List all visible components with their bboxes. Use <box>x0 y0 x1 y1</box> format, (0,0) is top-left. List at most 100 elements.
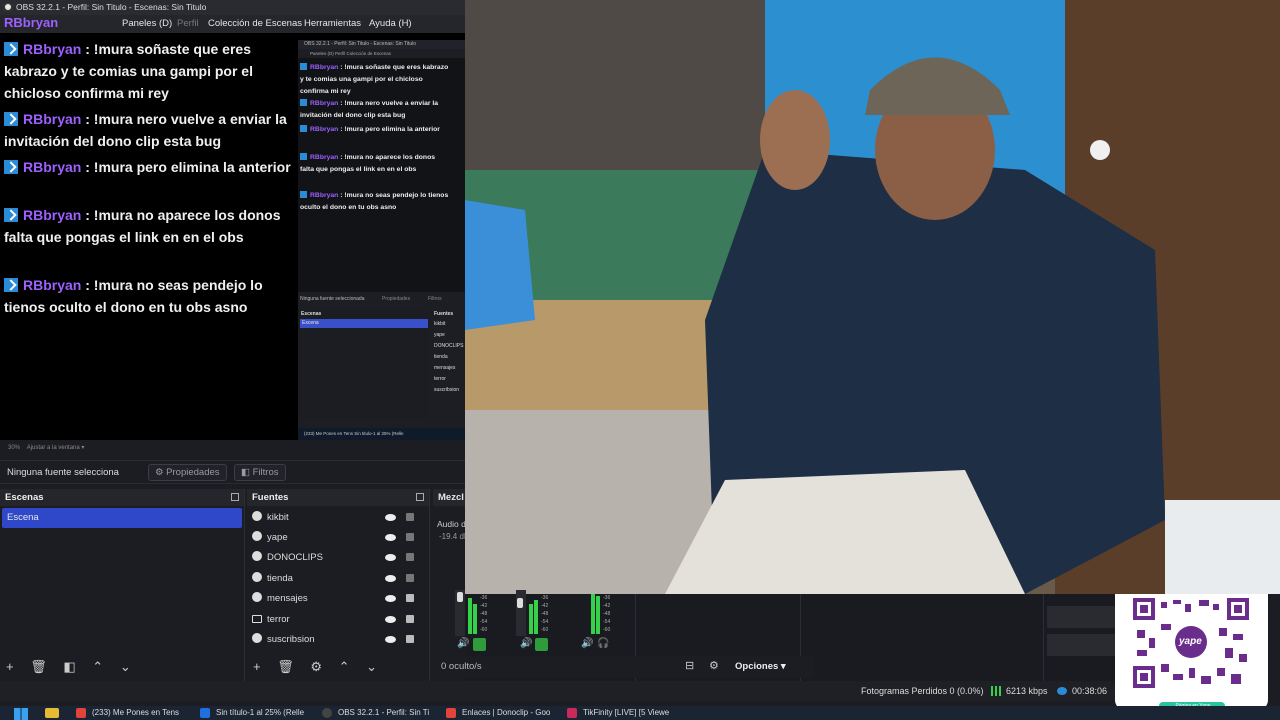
lock-icon[interactable] <box>406 574 414 582</box>
add-scene-icon[interactable]: + <box>6 659 14 674</box>
status-bar: Fotogramas Perdidos 0 (0.0%) 6213 kbps 0… <box>0 681 1115 701</box>
window-title: OBS 32.2.1 - Perfil: Sin Titulo - Escena… <box>16 2 207 12</box>
qr-code-icon <box>1131 598 1251 711</box>
lock-icon[interactable] <box>406 533 414 541</box>
speaker-icon[interactable]: 🔊 <box>581 638 593 649</box>
webcam-feed <box>465 0 1280 594</box>
move-down-icon[interactable]: ⌄ <box>366 659 377 674</box>
mini-props: Propiedades <box>382 296 411 302</box>
menu-overlap-user: RBbryan <box>4 15 59 30</box>
menu-paneles[interactable]: Paneles (D) <box>122 15 172 33</box>
chrome-icon <box>76 708 86 718</box>
layout-icon[interactable]: ⊟ <box>685 659 694 672</box>
source-item[interactable]: mensajes <box>252 589 422 609</box>
mini-docks: Ninguna fuente seleccionada Propiedades … <box>298 292 465 440</box>
windows-start-icon[interactable] <box>14 708 28 720</box>
move-up-icon[interactable]: ⌃ <box>339 659 350 674</box>
windows-taskbar: (233) Me Pones en Tens Sin título-1 al 2… <box>0 706 1280 720</box>
add-source-icon[interactable]: + <box>253 659 261 674</box>
scenes-header: Escenas <box>0 489 244 506</box>
lock-icon[interactable] <box>406 594 414 602</box>
window-titlebar: OBS 32.2.1 - Perfil: Sin Titulo - Escena… <box>0 0 465 15</box>
nested-obs-preview: OBS 32.2.1 - Perfil: Sin Titulo - Escena… <box>298 40 465 440</box>
eye-icon[interactable] <box>385 514 396 521</box>
mini-sources-list: kikbit yape DONOCLIPS tienda mensajes te… <box>434 321 464 393</box>
prime-badge-icon <box>4 278 18 292</box>
source-item[interactable]: terror <box>252 610 422 630</box>
taskbar-item[interactable]: Sin título-1 al 25% (Relle <box>198 706 304 720</box>
headphone-icon[interactable]: 🎧 <box>597 638 609 649</box>
chat-message: RBbryan : !mura pero elimina la anterior <box>4 156 294 178</box>
mini-taskbar: (233) Me Pones en Tens Sin titulo-1 al 2… <box>298 428 465 440</box>
source-item[interactable]: kikbit <box>252 508 422 528</box>
move-up-icon[interactable]: ⌃ <box>92 659 103 674</box>
filters-button[interactable]: ◧ Filtros <box>234 464 286 481</box>
photoshop-icon <box>200 708 210 718</box>
float-dock-icon[interactable] <box>231 493 239 501</box>
mini-no-source: Ninguna fuente seleccionada <box>300 296 365 302</box>
eye-icon[interactable] <box>385 534 396 541</box>
lock-icon[interactable] <box>406 615 414 623</box>
remove-source-icon[interactable]: 🗑 <box>277 659 294 674</box>
menu-bar: RBbryan Paneles (D) Perfil Colección de … <box>0 15 465 33</box>
source-item[interactable]: suscribsion <box>252 630 422 650</box>
volume-slider[interactable] <box>457 592 463 602</box>
speaker-icon[interactable]: 🔊 <box>520 638 532 649</box>
meter-bar <box>591 594 595 634</box>
zoom-level[interactable]: 30% <box>8 445 20 451</box>
eye-icon[interactable] <box>385 554 396 561</box>
stream-time: 00:38:06 <box>1072 686 1108 696</box>
volume-slider[interactable] <box>517 598 523 608</box>
remove-scene-icon[interactable]: 🗑 <box>30 659 47 674</box>
lock-icon[interactable] <box>406 635 414 643</box>
menu-herramientas[interactable]: Herramientas <box>304 15 361 33</box>
source-item[interactable]: yape <box>252 528 422 548</box>
monitor-headphone-icon[interactable] <box>473 638 486 651</box>
prime-badge-icon <box>4 208 18 222</box>
scene-item-escena[interactable]: Escena <box>2 508 242 528</box>
taskbar-item[interactable]: Enlaces | Donoclip - Goo <box>444 706 550 720</box>
source-item[interactable]: tienda <box>252 569 422 589</box>
scene-filters-icon[interactable]: ◧ <box>63 659 75 674</box>
monitor-headphone-icon[interactable] <box>535 638 548 651</box>
speaker-icon[interactable]: 🔊 <box>457 638 469 649</box>
taskbar-item[interactable]: (233) Me Pones en Tens <box>74 706 179 720</box>
yape-qr-overlay: yape Página en Yape <box>1115 594 1268 711</box>
mini-chat-message: RBbryan : !mura no aparece los donos fal… <box>300 153 436 173</box>
source-item[interactable]: DONOCLIPS <box>252 548 422 568</box>
audio-meters: -36 -42 -48 -54 -60 -36 -42 -48 -54 -60 -36 -42 -4… <box>455 590 630 652</box>
menu-perfil[interactable]: Perfil <box>177 15 199 33</box>
source-properties-icon[interactable]: ⚙ <box>310 659 322 674</box>
chat-message: RBbryan : !mura no seas pendejo lo tieno… <box>4 277 263 315</box>
eye-icon[interactable] <box>385 595 396 602</box>
menu-ayuda[interactable]: Ayuda (H) <box>369 15 412 33</box>
file-explorer-icon[interactable] <box>45 708 59 718</box>
mixer-header: Mezcl <box>433 489 465 506</box>
eye-icon[interactable] <box>385 636 396 643</box>
mini-scenes-header: Escenas <box>301 311 322 317</box>
zoom-fit[interactable]: Ajustar a la ventana <box>27 445 80 451</box>
mini-filters: Filtros <box>428 296 442 302</box>
gear-icon[interactable]: ⚙ <box>709 659 719 672</box>
globe-icon <box>252 511 262 521</box>
eye-icon[interactable] <box>385 575 396 582</box>
dropped-frames: Fotogramas Perdidos 0 (0.0%) <box>861 686 984 696</box>
properties-button[interactable]: ⚙ Propiedades <box>148 464 227 481</box>
meter-ticks: -36 -42 -48 -54 -60 <box>480 595 488 633</box>
float-dock-icon[interactable] <box>416 493 424 501</box>
taskbar-item[interactable]: OBS 32.2.1 - Perfil: Sin Ti <box>320 706 429 720</box>
no-source-selected: Ninguna fuente seleccionada <box>7 467 119 478</box>
mini-menu: Paneles (D) Perfil Colección de Escenas <box>298 49 465 58</box>
mini-chat-message: RBbryan : !mura no seas pendejo lo tieno… <box>300 191 449 211</box>
options-button[interactable]: Opciones ▾ <box>735 661 786 672</box>
move-down-icon[interactable]: ⌄ <box>120 659 131 674</box>
lock-icon[interactable] <box>406 553 414 561</box>
monitor-icon <box>252 615 262 623</box>
mini-scene-selected: Escena <box>300 319 428 328</box>
menu-coleccion[interactable]: Colección de Escenas <box>208 15 302 33</box>
taskbar-item[interactable]: TikFinity [LIVE] [5 Viewe <box>565 706 669 720</box>
gear-icon: ⚙ <box>155 467 164 478</box>
lock-icon[interactable] <box>406 513 414 521</box>
meter-ticks: -36 -42 -48 -54 -60 <box>603 595 611 633</box>
eye-icon[interactable] <box>385 616 396 623</box>
